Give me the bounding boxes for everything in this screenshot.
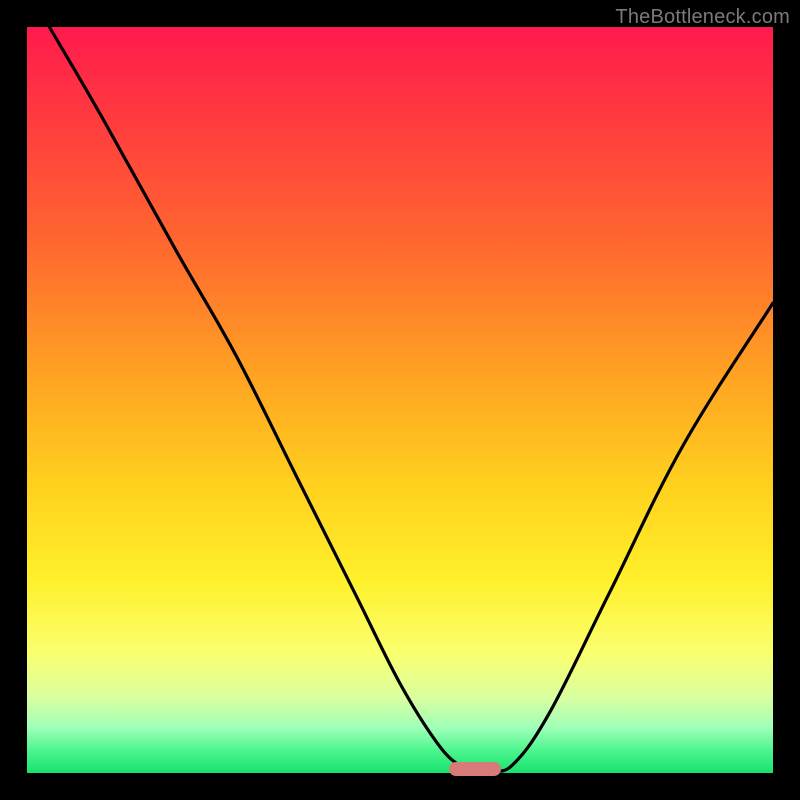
bottleneck-curve [27,27,773,773]
plot-area [27,27,773,773]
watermark-text: TheBottleneck.com [615,6,790,29]
min-marker [449,762,501,776]
chart-frame: TheBottleneck.com [0,0,800,800]
